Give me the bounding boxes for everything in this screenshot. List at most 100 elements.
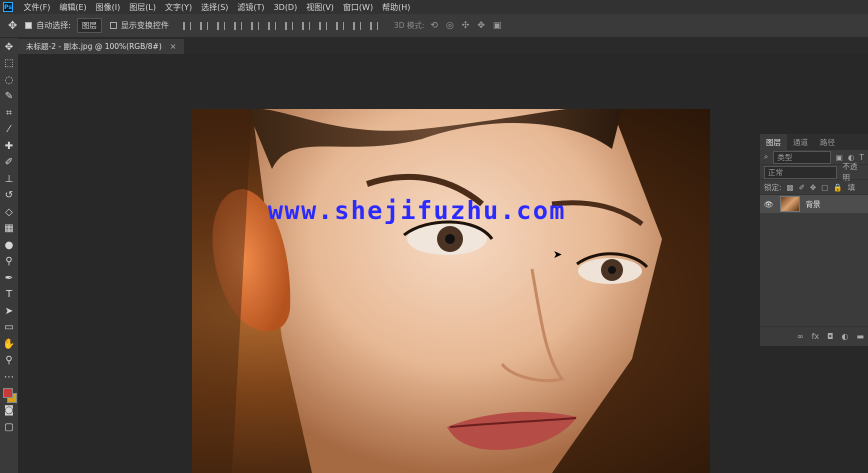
align-vcenter-icon[interactable] bbox=[199, 21, 208, 30]
3d-mode-buttons: ⟲ ◎ ✣ ✥ ▣ bbox=[430, 21, 501, 31]
show-transform-checkbox[interactable] bbox=[109, 22, 117, 29]
dodge-tool-icon[interactable]: ⚲ bbox=[2, 255, 16, 271]
healing-tool-icon[interactable]: ✚ bbox=[2, 139, 16, 155]
mode-3d-label: 3D 模式: bbox=[393, 21, 425, 30]
quick-select-tool-icon[interactable]: ✎ bbox=[2, 90, 16, 106]
layer-thumbnail bbox=[779, 196, 800, 212]
distribute-vcenter-icon[interactable] bbox=[301, 21, 310, 30]
lock-all-icon[interactable]: 🔒 bbox=[833, 183, 842, 192]
menu-bar: Ps 文件(F) 编辑(E) 图像(I) 图层(L) 文字(Y) 选择(S) 滤… bbox=[0, 0, 868, 14]
brush-tool-icon[interactable]: ✐ bbox=[2, 156, 16, 172]
layer-filter-select[interactable]: 类型 bbox=[773, 150, 831, 164]
tools-panel: ✥ ⬚ ◌ ✎ ⌗ ⁄ ✚ ✐ ⊥ ↺ ◇ ▦ ● ⚲ ✒ T ➤ ▭ ✋ ⚲ … bbox=[0, 38, 18, 473]
document-tab[interactable]: 未标题-2 - 副本.jpg @ 100%(RGB/8#) × bbox=[18, 39, 185, 54]
align-left-icon[interactable] bbox=[233, 21, 242, 30]
crop-tool-icon[interactable]: ⌗ bbox=[2, 106, 16, 122]
document-image[interactable] bbox=[192, 109, 710, 473]
auto-select-dropdown[interactable]: 图层 bbox=[76, 18, 102, 33]
gradient-tool-icon[interactable]: ▦ bbox=[2, 222, 16, 238]
distribute-bottom-icon[interactable] bbox=[318, 21, 327, 30]
move-cursor-icon: ➤ bbox=[553, 248, 563, 261]
align-top-icon[interactable] bbox=[182, 21, 191, 30]
foreground-color-swatch[interactable] bbox=[3, 387, 13, 398]
path-select-tool-icon[interactable]: ➤ bbox=[2, 304, 16, 320]
fill-label: 填 bbox=[847, 182, 856, 192]
tab-layers[interactable]: 图层 bbox=[760, 134, 787, 150]
align-bottom-icon[interactable] bbox=[216, 21, 225, 30]
pen-tool-icon[interactable]: ✒ bbox=[2, 271, 16, 287]
tab-channels[interactable]: 通道 bbox=[787, 134, 814, 150]
menu-help[interactable]: 帮助(H) bbox=[378, 2, 415, 13]
menu-layer[interactable]: 图层(L) bbox=[125, 2, 161, 13]
photoshop-logo-icon: Ps bbox=[3, 2, 13, 12]
blend-mode-select[interactable]: 正常 bbox=[764, 165, 838, 179]
menu-file[interactable]: 文件(F) bbox=[19, 2, 55, 13]
watermark-text: www.shejifuzhu.com bbox=[268, 196, 566, 225]
menu-edit[interactable]: 编辑(E) bbox=[55, 2, 91, 13]
align-right-icon[interactable] bbox=[267, 21, 276, 30]
color-swatches[interactable] bbox=[2, 387, 17, 403]
screen-mode-icon[interactable]: ▢ bbox=[2, 420, 16, 436]
align-buttons bbox=[182, 21, 378, 30]
hand-tool-icon[interactable]: ✋ bbox=[2, 337, 16, 353]
blur-tool-icon[interactable]: ● bbox=[2, 238, 16, 254]
menu-type[interactable]: 文字(Y) bbox=[160, 2, 196, 13]
3d-slide-icon[interactable]: ✥ bbox=[477, 21, 485, 31]
shape-tool-icon[interactable]: ▭ bbox=[2, 321, 16, 337]
layers-panel-tabs: 图层 通道 路径 bbox=[760, 134, 868, 150]
add-mask-icon[interactable]: ◘ bbox=[827, 332, 833, 341]
canvas-area[interactable] bbox=[18, 54, 760, 473]
menu-image[interactable]: 图像(I) bbox=[91, 2, 125, 13]
document-tab-title: 未标题-2 - 副本.jpg @ 100%(RGB/8#) bbox=[26, 42, 162, 51]
menu-filter[interactable]: 滤镜(T) bbox=[233, 2, 269, 13]
distribute-hcenter-icon[interactable] bbox=[352, 21, 361, 30]
layer-row-background[interactable]: 👁 背景 bbox=[760, 195, 868, 213]
layer-name: 背景 bbox=[805, 199, 821, 209]
show-transform-label: 显示变换控件 bbox=[120, 21, 169, 30]
3d-scale-icon[interactable]: ▣ bbox=[493, 21, 502, 31]
lock-paint-icon[interactable]: ✐ bbox=[799, 183, 805, 192]
menu-view[interactable]: 视图(V) bbox=[302, 2, 339, 13]
portrait-photo bbox=[192, 109, 662, 473]
marquee-tool-icon[interactable]: ⬚ bbox=[2, 57, 16, 73]
auto-select-checkbox[interactable] bbox=[25, 22, 33, 29]
menu-3d[interactable]: 3D(D) bbox=[269, 3, 302, 12]
eraser-tool-icon[interactable]: ◇ bbox=[2, 205, 16, 221]
type-tool-icon[interactable]: T bbox=[2, 288, 16, 304]
lock-label: 锁定: bbox=[764, 182, 782, 192]
eyedropper-tool-icon[interactable]: ⁄ bbox=[2, 123, 16, 139]
layers-panel: 图层 通道 路径 ⌕ 类型 ▣ ◐ T 正常 不透明 锁定: ▩ ✐ ✥ ▢ 🔒… bbox=[760, 134, 868, 346]
move-tool-icon[interactable]: ✥ bbox=[8, 19, 17, 32]
quick-mask-icon[interactable]: ◙ bbox=[2, 404, 16, 420]
3d-pan-icon[interactable]: ✣ bbox=[462, 21, 470, 31]
3d-orbit-icon[interactable]: ⟲ bbox=[430, 21, 438, 31]
menu-select[interactable]: 选择(S) bbox=[197, 2, 233, 13]
stamp-tool-icon[interactable]: ⊥ bbox=[2, 172, 16, 188]
adjustment-layer-icon[interactable]: ◐ bbox=[841, 332, 848, 341]
lock-row: 锁定: ▩ ✐ ✥ ▢ 🔒 填 bbox=[760, 180, 868, 195]
tab-paths[interactable]: 路径 bbox=[814, 134, 841, 150]
options-bar: ✥ 自动选择: 图层 显示变换控件 3D 模式: ⟲ ◎ ✣ ✥ ▣ bbox=[0, 14, 868, 38]
3d-roll-icon[interactable]: ◎ bbox=[446, 21, 454, 31]
distribute-right-icon[interactable] bbox=[369, 21, 378, 30]
more-tools-icon[interactable]: ⋯ bbox=[2, 370, 16, 386]
distribute-top-icon[interactable] bbox=[284, 21, 293, 30]
menu-window[interactable]: 窗口(W) bbox=[338, 2, 377, 13]
auto-select-label: 自动选择: bbox=[36, 21, 71, 30]
visibility-eye-icon[interactable]: 👁 bbox=[764, 200, 774, 209]
lock-pixels-icon[interactable]: ▩ bbox=[787, 183, 794, 192]
layer-effects-icon[interactable]: fx bbox=[812, 332, 820, 341]
link-layers-icon[interactable]: ∞ bbox=[797, 332, 804, 341]
new-group-icon[interactable]: ▬ bbox=[856, 332, 864, 341]
lasso-tool-icon[interactable]: ◌ bbox=[2, 73, 16, 89]
zoom-tool-icon[interactable]: ⚲ bbox=[2, 354, 16, 370]
filter-search-icon: ⌕ bbox=[764, 152, 769, 161]
document-tab-bar: 未标题-2 - 副本.jpg @ 100%(RGB/8#) × bbox=[18, 38, 868, 54]
history-brush-tool-icon[interactable]: ↺ bbox=[2, 189, 16, 205]
move-tool-icon[interactable]: ✥ bbox=[2, 40, 16, 56]
close-icon[interactable]: × bbox=[170, 42, 177, 51]
lock-artboard-icon[interactable]: ▢ bbox=[821, 183, 828, 192]
distribute-left-icon[interactable] bbox=[335, 21, 344, 30]
lock-position-icon[interactable]: ✥ bbox=[810, 183, 816, 192]
align-hcenter-icon[interactable] bbox=[250, 21, 259, 30]
